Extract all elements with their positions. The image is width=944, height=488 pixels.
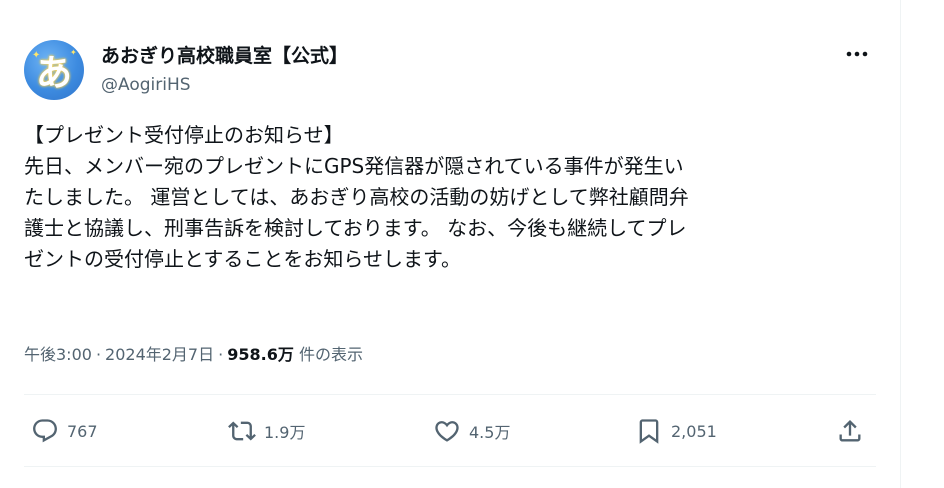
tweet-text-line: 【プレゼント受付停止のお知らせ】 [24, 123, 344, 147]
meta-separator: · [95, 345, 102, 364]
tweet-card: ✦ ✦ あ あおぎり高校職員室【公式】 @AogiriHS 【プレゼント受付停止… [0, 0, 900, 488]
column-divider [900, 0, 901, 488]
tweet-text-line: 先日、メンバー宛のプレゼントにGPS発信器が隠されている事件が発生い [24, 154, 684, 178]
reply-count: 767 [67, 421, 98, 441]
tweet-text: 【プレゼント受付停止のお知らせ】 先日、メンバー宛のプレゼントにGPS発信器が隠… [24, 120, 886, 275]
share-icon [839, 420, 861, 442]
retweet-button[interactable]: 1.9万 [228, 413, 305, 449]
display-name[interactable]: あおぎり高校職員室【公式】 [101, 41, 348, 68]
avatar-glyph: あ [35, 53, 72, 94]
reply-button[interactable]: 767 [31, 413, 98, 449]
tweet-date[interactable]: 2024年2月7日 [105, 345, 214, 364]
like-count: 4.5万 [469, 423, 511, 442]
retweet-icon [228, 421, 256, 441]
tweet-time[interactable]: 午後3:00 [24, 345, 92, 364]
tweet-text-line: たしました。 運営としては、あおぎり高校の活動の妨げとして弊社顧問弁 [24, 185, 689, 209]
tweet-text-line: ゼントの受付停止とすることをお知らせします。 [24, 247, 461, 271]
more-options-button[interactable] [842, 42, 872, 66]
bookmark-button[interactable]: 2,051 [635, 413, 717, 449]
bookmark-count: 2,051 [671, 421, 717, 441]
avatar[interactable]: ✦ ✦ あ [24, 40, 84, 100]
bookmark-icon [639, 419, 659, 444]
divider [24, 466, 876, 467]
tweet-meta: 午後3:00 · 2024年2月7日 · 958.6万 件の表示 [24, 341, 363, 365]
share-button[interactable] [836, 413, 864, 449]
account-handle[interactable]: @AogiriHS [101, 75, 191, 95]
like-button[interactable]: 4.5万 [433, 413, 510, 449]
heart-icon [435, 421, 459, 442]
views-count: 958.6万 [227, 345, 294, 364]
tweet-text-line: 護士と協議し、刑事告訴を検討しております。 なお、今後も継続してプレ [24, 216, 687, 240]
retweet-count: 1.9万 [264, 423, 306, 442]
views-label: 件の表示 [298, 345, 363, 364]
more-icon [846, 51, 868, 57]
meta-separator: · [218, 345, 224, 364]
divider [24, 394, 876, 395]
reply-icon [33, 419, 57, 443]
